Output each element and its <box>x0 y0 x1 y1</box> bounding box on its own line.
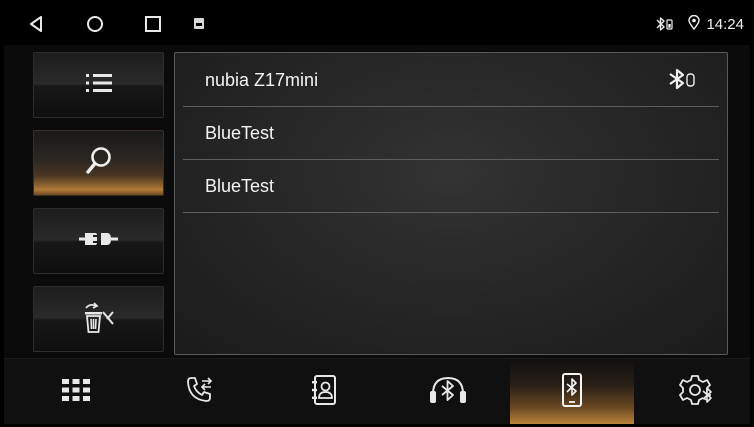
device-name: BlueTest <box>205 123 275 143</box>
bluetooth-phone-icon <box>561 372 583 412</box>
device-row[interactable]: BlueTest <box>183 108 719 160</box>
contacts-icon <box>310 374 338 411</box>
dialpad-tab[interactable] <box>14 359 138 424</box>
status-time: 14:24 <box>706 15 744 33</box>
device-list-button[interactable] <box>33 52 164 118</box>
device-row[interactable]: nubia Z17mini <box>183 55 719 107</box>
location-icon <box>688 14 701 34</box>
bluetooth-settings-icon <box>677 374 715 411</box>
device-list-panel: nubia Z17mini BlueTest BlueTest <box>174 52 728 355</box>
recents-icon[interactable] <box>141 12 165 36</box>
bt-settings-tab[interactable] <box>634 359 750 424</box>
dialpad-icon <box>61 378 91 407</box>
bluetooth-screen: 14:24 nubia Z17mini BlueTest BlueTest <box>4 3 750 424</box>
call-log-tab[interactable] <box>138 359 262 424</box>
plug-icon <box>78 229 119 254</box>
bluetooth-music-icon <box>428 374 468 411</box>
bottom-nav <box>4 358 750 424</box>
status-bar: 14:24 <box>4 3 750 45</box>
bt-devices-tab[interactable] <box>510 359 634 424</box>
delete-button[interactable] <box>33 286 164 352</box>
status-indicators: 14:24 <box>656 3 744 45</box>
contacts-tab[interactable] <box>262 359 386 424</box>
call-log-icon <box>185 375 215 410</box>
bluetooth-connected-icon <box>667 67 701 96</box>
trash-icon <box>81 300 117 339</box>
search-icon <box>85 146 113 181</box>
list-icon <box>85 72 113 99</box>
search-button[interactable] <box>33 130 164 196</box>
device-name: nubia Z17mini <box>205 70 319 90</box>
device-row[interactable]: BlueTest <box>183 161 719 213</box>
back-icon[interactable] <box>24 12 48 36</box>
home-icon[interactable] <box>83 12 107 36</box>
device-name: BlueTest <box>205 176 275 196</box>
notification-icon <box>194 18 204 29</box>
bt-music-tab[interactable] <box>386 359 510 424</box>
connect-button[interactable] <box>33 208 164 274</box>
bluetooth-connected-icon <box>656 16 674 32</box>
